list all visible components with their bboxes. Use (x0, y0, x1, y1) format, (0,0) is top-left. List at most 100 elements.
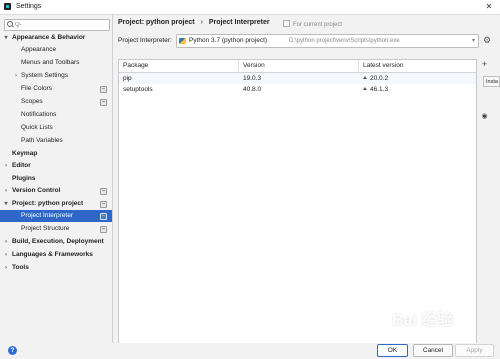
table-header: Package Version Latest version (119, 60, 476, 73)
ok-button[interactable]: OK (377, 344, 408, 357)
sidebar-item-tools[interactable]: › Tools (0, 262, 112, 274)
search-icon (7, 21, 13, 27)
sidebar-item-label: Project: python project (12, 200, 84, 207)
help-icon[interactable]: ? (8, 346, 17, 355)
sidebar-item-editor[interactable]: › Editor (0, 160, 112, 172)
sidebar-item-label: Menus and Toolbars (21, 59, 80, 66)
project-level-icon (100, 201, 107, 208)
sidebar-item-label: Editor (12, 162, 31, 169)
scope-note: For current project (283, 20, 342, 28)
interpreter-path: D:\python project\venv\Scripts\python.ex… (289, 38, 400, 44)
sidebar-item-notifications[interactable]: Notifications (0, 109, 112, 121)
sidebar-item-appearance[interactable]: Appearance (0, 44, 112, 56)
chevron-right-icon[interactable]: › (3, 160, 9, 172)
package-table: Package Version Latest version pip 19.0.… (118, 59, 477, 347)
package-version: 19.0.3 (243, 75, 262, 82)
watermark: Bai 经验 (392, 312, 454, 329)
project-level-icon (100, 86, 107, 93)
close-window-button[interactable]: ✕ (480, 1, 498, 12)
title-bar: Settings ✕ (0, 0, 500, 15)
package-version: 40.8.0 (243, 86, 262, 93)
dialog-footer: ? OK Cancel Apply (0, 343, 500, 359)
upgrade-arrow-icon (363, 76, 367, 79)
table-row[interactable]: setuptools 40.8.0 46.1.3 (119, 84, 476, 95)
project-level-icon (100, 226, 107, 233)
sidebar-item-project-interpreter[interactable]: Project Interpreter (0, 210, 112, 222)
chevron-down-icon[interactable]: ▾ (3, 32, 9, 44)
search-box[interactable] (4, 19, 110, 31)
breadcrumb: Project: python project › Project Interp… (118, 19, 270, 26)
sidebar-item-label: Appearance (21, 46, 57, 53)
sidebar-item-project[interactable]: ▾ Project: python project (0, 198, 112, 210)
sidebar-item-quick-lists[interactable]: Quick Lists (0, 122, 112, 134)
sidebar-item-label: Notifications (21, 111, 57, 118)
chevron-right-icon[interactable]: › (3, 185, 9, 197)
interpreter-label: Project Interpreter: (118, 37, 172, 44)
chevron-down-icon[interactable]: ▾ (472, 35, 475, 47)
sidebar-item-label: Build, Execution, Deployment (12, 238, 104, 245)
sidebar-item-file-colors[interactable]: File Colors (0, 83, 112, 95)
package-latest-version: 20.0.2 (359, 73, 476, 84)
sidebar-item-label: Project Structure (21, 225, 70, 232)
settings-sidebar: ▾ Appearance & Behavior Appearance Menus… (0, 15, 113, 343)
sidebar-item-scopes[interactable]: Scopes (0, 96, 112, 108)
sidebar-item-label: System Settings (21, 72, 68, 79)
sidebar-item-label: Path Variables (21, 137, 63, 144)
settings-content: Project: python project › Project Interp… (113, 15, 500, 347)
latest-version-value: 46.1.3 (370, 86, 389, 93)
breadcrumb-project: Project: python project (118, 19, 195, 26)
project-level-icon (100, 99, 107, 106)
breadcrumb-page: Project Interpreter (208, 19, 270, 26)
search-input[interactable] (15, 20, 105, 29)
interpreter-name: Python 3.7 (python project) (189, 37, 268, 44)
project-level-icon (100, 213, 107, 220)
scope-note-text: For current project (293, 22, 343, 28)
eye-icon[interactable]: ◉ (478, 111, 491, 122)
project-level-icon (100, 188, 107, 195)
install-tooltip: Insta (483, 76, 500, 87)
latest-version-value: 20.0.2 (370, 75, 389, 82)
add-package-icon[interactable]: + (478, 59, 491, 70)
sidebar-item-label: File Colors (21, 85, 53, 92)
upgrade-arrow-icon (363, 87, 367, 90)
sidebar-item-plugins[interactable]: Plugins (0, 173, 112, 185)
app-icon (4, 3, 11, 10)
column-header-version[interactable]: Version (239, 60, 359, 72)
chevron-right-icon[interactable]: › (13, 70, 19, 82)
sidebar-item-label: Languages & Frameworks (12, 251, 93, 258)
window-title: Settings (16, 3, 42, 10)
sidebar-item-project-structure[interactable]: Project Structure (0, 223, 112, 235)
sidebar-item-system-settings[interactable]: › System Settings (0, 70, 112, 82)
column-header-package[interactable]: Package (119, 60, 239, 72)
package-name: setuptools (123, 86, 153, 93)
sidebar-item-build-execution-deployment[interactable]: › Build, Execution, Deployment (0, 236, 112, 248)
apply-button[interactable]: Apply (455, 344, 494, 357)
sidebar-item-label: Scopes (21, 98, 43, 105)
sidebar-item-label: Version Control (12, 187, 61, 194)
chevron-right-icon[interactable]: › (3, 262, 9, 274)
gear-icon[interactable]: ⚙ (482, 35, 492, 45)
sidebar-item-label: Plugins (12, 175, 36, 182)
sidebar-item-label: Tools (12, 264, 29, 271)
breadcrumb-separator: › (200, 19, 203, 26)
column-header-latest-version[interactable]: Latest version (359, 60, 476, 72)
sidebar-item-keymap[interactable]: Keymap (0, 148, 112, 160)
chevron-right-icon[interactable]: › (3, 236, 9, 248)
chevron-right-icon[interactable]: › (3, 249, 9, 261)
package-name: pip (123, 75, 132, 82)
project-scope-icon (283, 20, 290, 27)
interpreter-select[interactable]: Python 3.7 (python project) D:\python pr… (176, 34, 479, 48)
sidebar-item-label: Appearance & Behavior (12, 34, 86, 41)
table-row[interactable]: pip 19.0.3 20.0.2 (119, 73, 476, 84)
sidebar-item-version-control[interactable]: › Version Control (0, 185, 112, 197)
python-icon (179, 38, 186, 44)
sidebar-item-menus-toolbars[interactable]: Menus and Toolbars (0, 57, 112, 69)
sidebar-item-label: Keymap (12, 150, 38, 157)
cancel-button[interactable]: Cancel (413, 344, 453, 357)
package-latest-version: 46.1.3 (359, 84, 476, 95)
sidebar-item-path-variables[interactable]: Path Variables (0, 135, 112, 147)
sidebar-item-appearance-behavior[interactable]: ▾ Appearance & Behavior (0, 32, 112, 44)
chevron-down-icon[interactable]: ▾ (3, 198, 9, 210)
sidebar-item-label: Project Interpreter (21, 212, 74, 219)
sidebar-item-languages-frameworks[interactable]: › Languages & Frameworks (0, 249, 112, 261)
